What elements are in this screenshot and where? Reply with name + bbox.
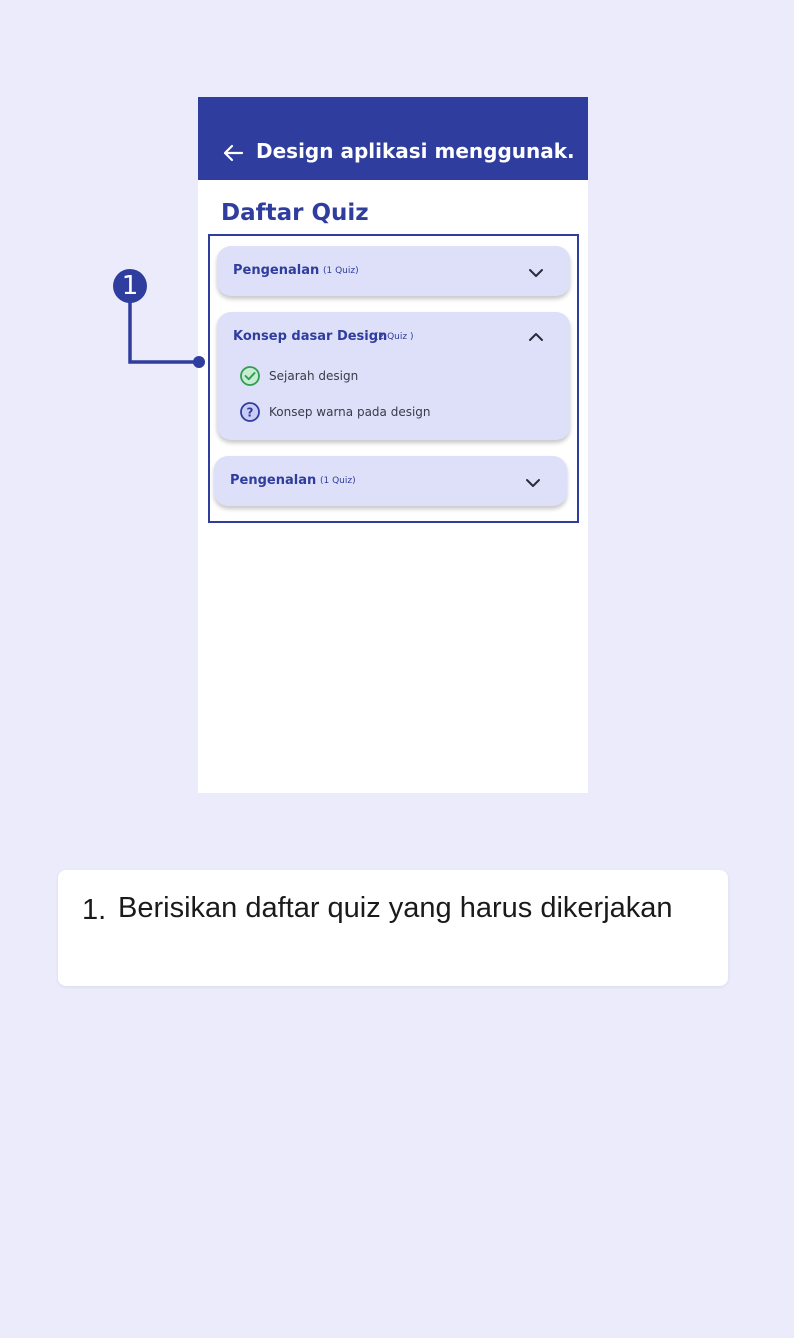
quiz-section-pengenalan-2[interactable]: Pengenalan (1 Quiz) bbox=[214, 456, 567, 506]
quiz-section-pengenalan[interactable]: Pengenalan (1 Quiz) bbox=[217, 246, 570, 296]
app-bar: Design aplikasi menggunak... bbox=[198, 97, 588, 180]
chevron-up-icon[interactable] bbox=[528, 332, 544, 342]
section-count: (2 Quiz ) bbox=[375, 332, 414, 342]
quiz-item-label: Sejarah design bbox=[269, 369, 359, 383]
arrow-left-icon[interactable] bbox=[222, 142, 244, 164]
question-circle-icon: ? bbox=[240, 402, 260, 422]
chevron-down-icon[interactable] bbox=[528, 268, 544, 278]
phone-screen: Design aplikasi menggunak... Daftar Quiz… bbox=[198, 97, 588, 793]
explanation-note: 1. Berisikan daftar quiz yang harus dike… bbox=[58, 870, 728, 986]
section-count: (1 Quiz) bbox=[323, 266, 359, 276]
callout-connector bbox=[128, 300, 205, 368]
note-text: Berisikan daftar quiz yang harus dikerja… bbox=[118, 892, 673, 924]
note-number: 1. bbox=[82, 894, 107, 926]
section-title: Pengenalan bbox=[233, 263, 320, 278]
quiz-item-konsep-warna[interactable]: ? Konsep warna pada design bbox=[239, 401, 539, 423]
quiz-list-title: Daftar Quiz bbox=[221, 200, 369, 226]
section-title: Konsep dasar Design bbox=[233, 329, 388, 344]
app-bar-title: Design aplikasi menggunak... bbox=[256, 139, 576, 163]
section-title: Pengenalan bbox=[230, 473, 317, 488]
chevron-down-icon[interactable] bbox=[525, 478, 541, 488]
quiz-item-label: Konsep warna pada design bbox=[269, 405, 431, 419]
quiz-section-konsep-dasar-design[interactable]: Konsep dasar Design (2 Quiz ) Sejarah de… bbox=[217, 312, 570, 440]
svg-text:?: ? bbox=[247, 406, 254, 420]
section-count: (1 Quiz) bbox=[320, 476, 356, 486]
check-circle-icon bbox=[240, 366, 260, 386]
callout-number-badge: 1 bbox=[113, 269, 147, 303]
quiz-item-sejarah-design[interactable]: Sejarah design bbox=[239, 365, 539, 387]
